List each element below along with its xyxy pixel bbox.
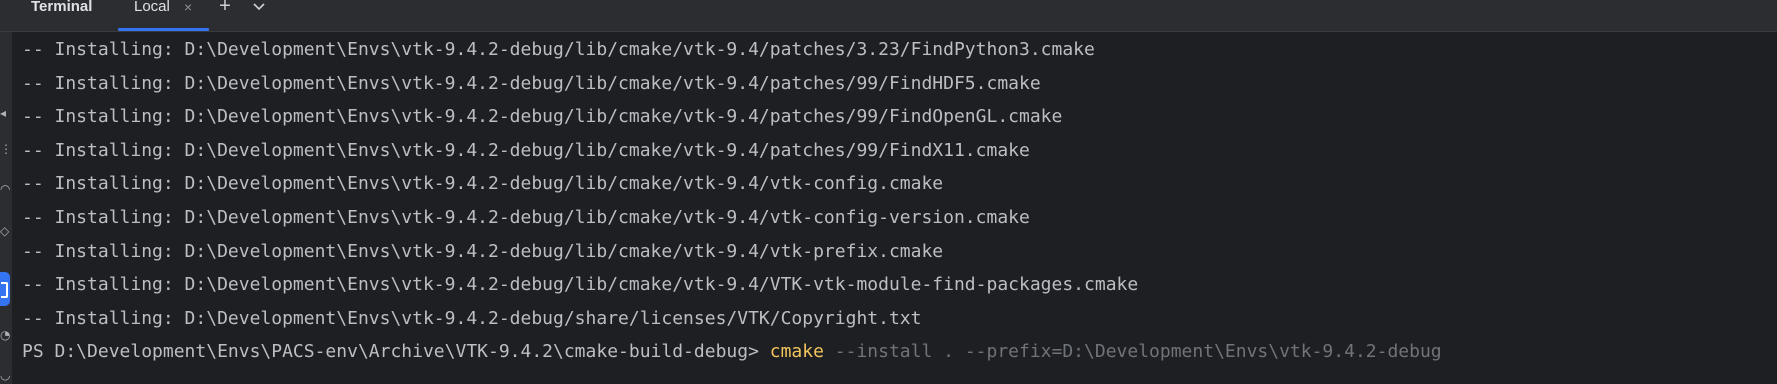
output-line: -- Installing: D:\Development\Envs\vtk-9… [22,274,1139,296]
commit-icon[interactable]: ◇ [0,224,10,238]
output-line: -- Installing: D:\Development\Envs\vtk-9… [22,139,1030,161]
output-line: -- Installing: D:\Development\Envs\vtk-9… [22,39,1095,60]
output-line: -- Installing: D:\Development\Envs\vtk-9… [22,206,1030,228]
terminal-output[interactable]: -- Installing: D:\Development\Envs\vtk-9… [22,33,1762,381]
plus-icon: + [219,0,231,17]
commit-icon[interactable]: ◠ [0,182,10,196]
close-icon[interactable]: × [184,0,192,17]
output-line: -- Installing: D:\Development\Envs\vtk-9… [22,240,944,262]
problems-icon[interactable]: ◔ [0,328,10,342]
active-tab-indicator [118,28,209,31]
git-icon[interactable]: ◡ [0,368,10,382]
chevron-down-icon [253,3,265,11]
prompt-command: cmake [769,341,824,363]
output-line: -- Installing: D:\Development\Envs\vtk-9… [22,106,1063,128]
bookmark-icon[interactable]: ◂ [0,106,10,120]
prompt-line[interactable]: PS D:\Development\Envs\PACS-env\Archive\… [22,335,1762,369]
tab-label: Local [134,0,170,15]
tool-strip: ◂ ⋮ ◠ ◇ ◔ ◡ [0,32,12,384]
output-line: -- Installing: D:\Development\Envs\vtk-9… [22,307,922,329]
terminal-icon[interactable] [0,272,10,306]
tab-options-button[interactable] [248,0,270,18]
new-tab-button[interactable]: + [214,0,236,18]
structure-icon[interactable]: ⋮ [0,142,12,156]
autocomplete-suggestion: --install . --prefix=D:\Development\Envs… [823,341,1442,363]
output-line: -- Installing: D:\Development\Envs\vtk-9… [22,72,1041,94]
tool-window-title: Terminal [31,0,93,15]
prompt-path: PS D:\Development\Envs\PACS-env\Archive\… [22,341,770,363]
terminal-header: Terminal Local × + [0,0,1777,32]
terminal-tool-window: Terminal Local × + ◂ ⋮ ◠ ◇ ◔ ◡ -- Instal… [0,0,1777,384]
output-line: -- Installing: D:\Development\Envs\vtk-9… [22,173,944,195]
tab-local[interactable]: Local × [118,0,209,31]
